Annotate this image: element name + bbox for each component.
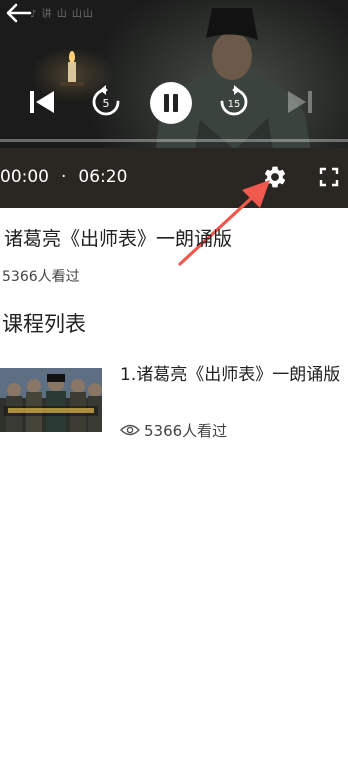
forward-15-icon[interactable]: 15	[216, 84, 252, 120]
time-separator: ·	[61, 167, 67, 187]
skip-next-icon[interactable]	[282, 84, 318, 120]
eye-icon	[120, 421, 140, 436]
player-top-bar: ♪ 讲 山 山山	[0, 0, 348, 26]
forward-seconds-label: 15	[228, 99, 241, 110]
duration: 06:20	[78, 167, 128, 187]
rewind-5-icon[interactable]: 5	[88, 84, 124, 120]
gear-icon[interactable]	[262, 164, 288, 190]
skip-previous-icon[interactable]	[24, 84, 60, 120]
course-thumbnail	[0, 368, 102, 432]
course-item-title: 1.诸葛亮《出师表》一朗诵版	[120, 365, 341, 385]
video-player[interactable]: ♪ 讲 山 山山 5 15 00:00 · 06:20	[0, 0, 348, 208]
current-time: 00:00	[0, 167, 49, 187]
course-list-item[interactable]: 1.诸葛亮《出师表》一朗诵版 5366人看过	[0, 365, 348, 440]
fullscreen-icon[interactable]	[318, 166, 340, 188]
playback-time: 00:00 · 06:20	[0, 166, 127, 188]
video-title: 诸葛亮《出师表》一朗诵版	[4, 228, 233, 250]
pause-button[interactable]	[150, 82, 192, 124]
course-list-heading: 课程列表	[2, 312, 86, 336]
rewind-seconds-label: 5	[103, 97, 110, 110]
view-count: 5366人看过	[2, 269, 80, 285]
pause-icon	[164, 94, 178, 112]
progress-bar[interactable]	[0, 139, 348, 142]
arrow-left-icon[interactable]	[4, 3, 32, 23]
video-watermark: ♪ 讲 山 山山	[30, 9, 94, 20]
course-item-views-text: 5366人看过	[144, 422, 228, 440]
course-item-views: 5366人看过	[120, 420, 227, 442]
